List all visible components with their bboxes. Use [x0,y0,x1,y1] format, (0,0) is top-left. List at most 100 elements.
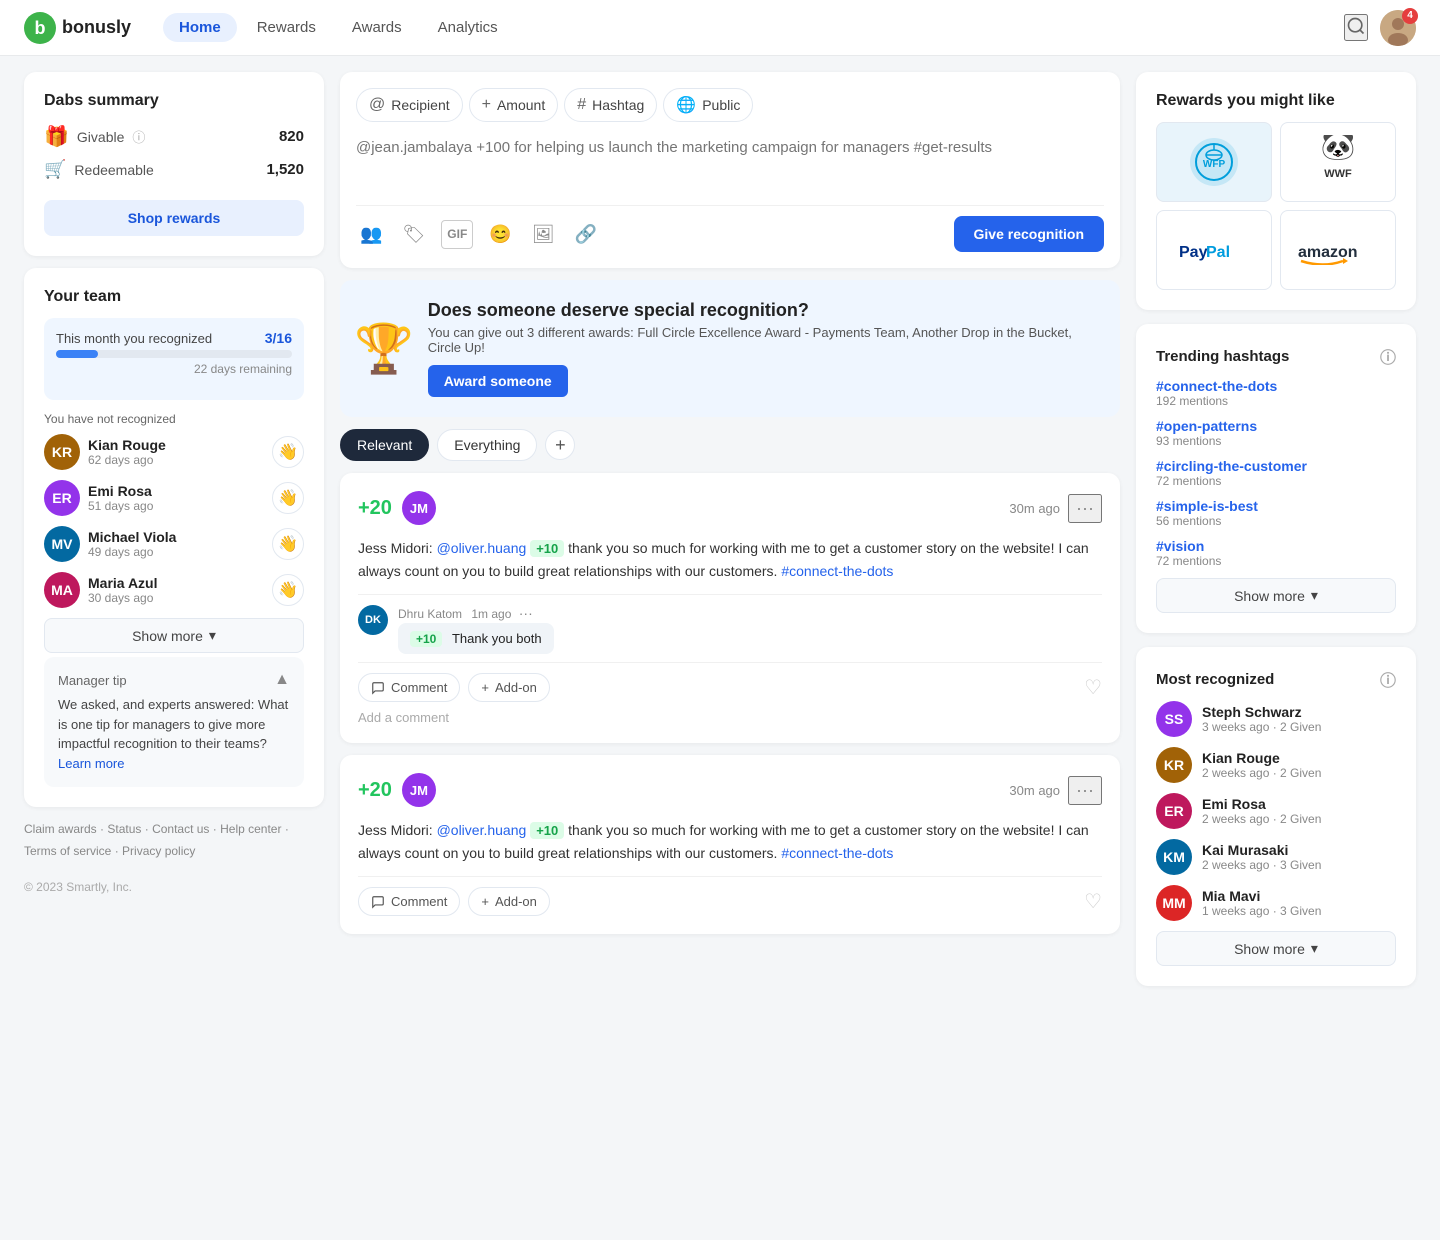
reward-item-amazon[interactable]: amazon [1280,210,1396,290]
filter-add-button[interactable]: + [545,430,575,460]
svg-text:🐼: 🐼 [1321,135,1356,161]
nav-awards[interactable]: Awards [336,13,418,42]
recognize-button[interactable]: 👋 [272,436,304,468]
reward-item-wfp[interactable]: WFP [1156,122,1272,202]
comment-points: +10 [410,631,442,647]
addon-button[interactable]: + Add-on [468,887,550,916]
progress-bar-fill [56,350,98,358]
nav-analytics[interactable]: Analytics [422,13,514,42]
hashtag-name[interactable]: #vision [1156,538,1396,554]
post-time: 30m ago [1009,783,1060,798]
recognize-button[interactable]: 👋 [272,528,304,560]
points-inline: +10 [530,822,564,839]
shop-rewards-button[interactable]: Shop rewards [44,200,304,236]
hashtag-mentions: 93 mentions [1156,434,1396,448]
team-show-more-button[interactable]: Show more ▾ [44,618,304,653]
most-recog-info-icon[interactable]: ⓘ [1380,667,1396,691]
trending-show-more-button[interactable]: Show more ▾ [1156,578,1396,613]
comment-button[interactable]: Comment [358,887,460,916]
recog-meta: 2 weeks ago · 2 Given [1202,812,1321,826]
filter-relevant[interactable]: Relevant [340,429,429,461]
team-member: MV Michael Viola 49 days ago 👋 [44,526,304,562]
post-header-left: +20 JM [358,773,436,807]
hashtag-chip[interactable]: # Hashtag [564,88,657,122]
recognize-button[interactable]: 👋 [272,482,304,514]
nav-home[interactable]: Home [163,13,237,42]
recog-details: Kai Murasaki 2 weeks ago · 3 Given [1202,842,1321,872]
trending-info-icon[interactable]: ⓘ [1380,344,1396,368]
redeemable-label: 🛒 Redeemable [44,159,154,180]
hashtag-name[interactable]: #simple-is-best [1156,498,1396,514]
post-hashtag[interactable]: #connect-the-dots [781,563,893,579]
footer-link[interactable]: Help center [220,822,281,836]
compose-textarea[interactable] [356,132,1104,192]
comment-icon [371,681,385,695]
tip-header: Manager tip ▲ [58,671,290,689]
like-button[interactable]: ♡ [1084,889,1102,914]
most-recog-show-more-button[interactable]: Show more ▾ [1156,931,1396,966]
recog-person: KR Kian Rouge 2 weeks ago · 2 Given [1156,747,1396,783]
progress-count: 3/16 [265,330,292,346]
footer-link[interactable]: Privacy policy [122,844,195,858]
recognize-button[interactable]: 👋 [272,574,304,606]
filter-everything[interactable]: Everything [437,429,537,461]
user-avatar-wrap[interactable]: 4 [1380,10,1416,46]
not-recognized-label: You have not recognized [44,412,304,426]
footer-link[interactable]: Contact us [152,822,209,836]
award-someone-button[interactable]: Award someone [428,365,568,397]
recipient-chip[interactable]: @ Recipient [356,88,463,122]
post-mention[interactable]: @oliver.huang [437,822,527,838]
tip-collapse-button[interactable]: ▲ [274,671,290,689]
reward-item-paypal[interactable]: Pay Pal [1156,210,1272,290]
post-hashtag[interactable]: #connect-the-dots [781,845,893,861]
like-button[interactable]: ♡ [1084,675,1102,700]
public-chip[interactable]: 🌐 Public [663,88,753,122]
member-avatar: MA [44,572,80,608]
svg-text:WWF: WWF [1324,168,1352,180]
hashtag-name[interactable]: #open-patterns [1156,418,1396,434]
link-button[interactable]: 🔗 [571,220,601,249]
footer-link[interactable]: Terms of service [24,844,111,858]
comment-more-button[interactable]: ··· [519,605,533,621]
add-comment-prompt[interactable]: Add a comment [358,710,1102,725]
member-details: Maria Azul 30 days ago [88,575,158,605]
post-more-button[interactable]: ··· [1068,494,1102,523]
post-more-button[interactable]: ··· [1068,776,1102,805]
hashtag-item: #connect-the-dots 192 mentions [1156,378,1396,408]
hashtag-name[interactable]: #connect-the-dots [1156,378,1396,394]
comment-button[interactable]: Comment [358,673,460,702]
people-icon-button[interactable]: 👥 [356,220,386,249]
footer-link[interactable]: Claim awards [24,822,97,836]
member-time: 62 days ago [88,453,166,467]
post-card: +20 JM 30m ago ··· Jess Midori: @oliver.… [340,755,1120,934]
member-details: Emi Rosa 51 days ago [88,483,153,513]
emoji-button[interactable]: 😊 [485,220,515,249]
post-body: Jess Midori: @oliver.huang +10 thank you… [358,537,1102,582]
give-recognition-button[interactable]: Give recognition [954,216,1104,252]
image-button[interactable]: 🖼 [528,220,559,249]
svg-text:Pal: Pal [1206,244,1230,261]
member-name: Emi Rosa [88,483,153,499]
compose-toolbar: @ Recipient + Amount # Hashtag 🌐 Public [356,88,1104,122]
tip-text: We asked, and experts answered: What is … [58,695,290,773]
progress-row: This month you recognized 3/16 [56,330,292,346]
addon-button[interactable]: + Add-on [468,673,550,702]
footer-link[interactable]: Status [107,822,141,836]
tag-icon-button[interactable]: 🏷 [398,220,429,249]
amount-chip[interactable]: + Amount [469,88,559,122]
hashtag-name[interactable]: #circling-the-customer [1156,458,1396,474]
team-title: Your team [44,288,304,306]
navbar-right: 4 [1344,10,1416,46]
gif-button[interactable]: GIF [441,220,473,249]
comment-icon [371,895,385,909]
member-info: KR Kian Rouge 62 days ago [44,434,166,470]
post-mention[interactable]: @oliver.huang [437,540,527,556]
logo[interactable]: b bonusly [24,12,131,44]
trending-hashtags-card: Trending hashtags ⓘ #connect-the-dots 19… [1136,324,1416,633]
reward-item-wwf[interactable]: 🐼 WWF [1280,122,1396,202]
wfp-logo: WFP [1179,135,1249,190]
tip-learn-more-link[interactable]: Learn more [58,756,124,771]
search-button[interactable] [1344,14,1368,41]
givable-info-icon[interactable]: ⓘ [132,127,145,146]
nav-rewards[interactable]: Rewards [241,13,332,42]
